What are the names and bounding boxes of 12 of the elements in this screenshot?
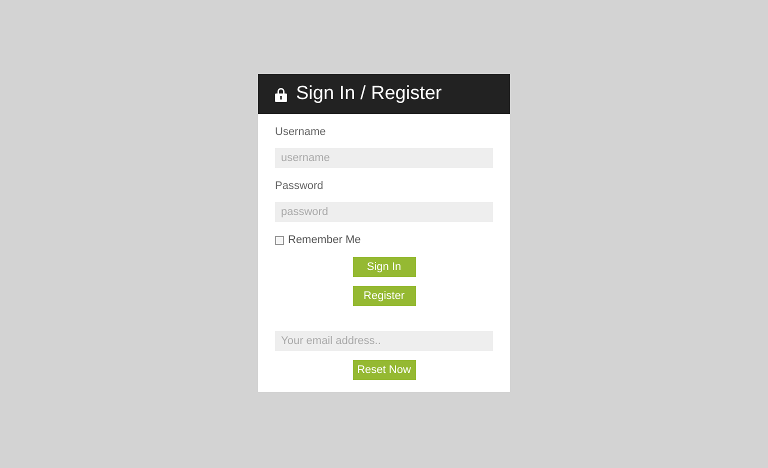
field-label: Username — [275, 126, 326, 138]
reset-button[interactable]: Reset Now — [352, 360, 416, 380]
password-field[interactable]: password — [275, 202, 493, 222]
username-field[interactable]: username — [275, 148, 493, 168]
lock-icon — [275, 86, 287, 102]
checkbox[interactable] — [275, 236, 284, 244]
email-field[interactable]: Your email address.. — [275, 331, 493, 351]
form-button[interactable]: Sign In — [352, 257, 416, 277]
field-label: Password — [275, 180, 324, 192]
checkbox-label: Remember Me — [288, 234, 361, 246]
form-button[interactable]: Register — [352, 286, 416, 306]
card-title: Sign In / Register — [296, 83, 442, 105]
